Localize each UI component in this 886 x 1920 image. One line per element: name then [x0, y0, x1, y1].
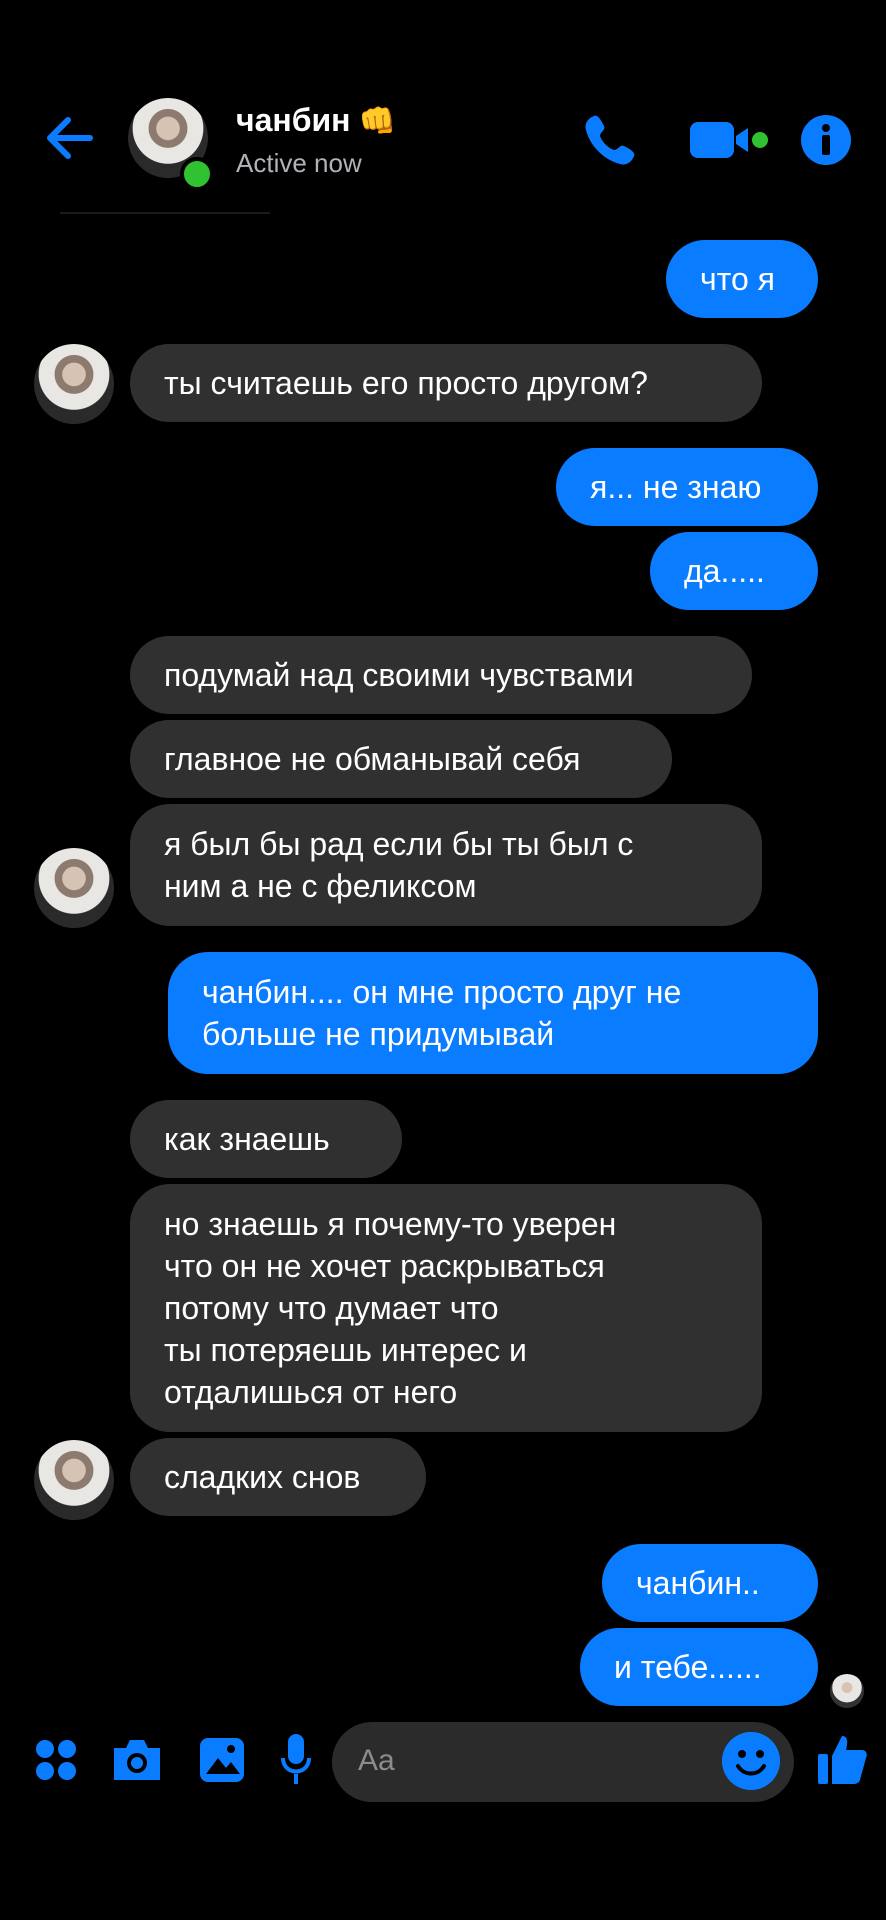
- message-text: но знаешь я почему-то уверен что он не х…: [164, 1206, 617, 1410]
- message-incoming[interactable]: но знаешь я почему-то уверен что он не х…: [130, 1184, 762, 1432]
- contact-name-text: чанбин: [236, 102, 351, 138]
- seen-receipt-avatar: [830, 1674, 864, 1708]
- message-input[interactable]: Aa: [332, 1722, 794, 1802]
- active-status: Active now: [236, 148, 362, 178]
- phone-call-icon[interactable]: [580, 110, 640, 170]
- message-outgoing[interactable]: и тебе......: [580, 1628, 818, 1706]
- contact-avatar-small[interactable]: [34, 848, 114, 928]
- apps-menu-icon[interactable]: [34, 1738, 78, 1782]
- message-text: я... не знаю: [590, 469, 762, 505]
- message-incoming[interactable]: главное не обманывай себя: [130, 720, 672, 798]
- message-composer: Aa: [0, 1710, 886, 1810]
- message-incoming[interactable]: сладких снов: [130, 1438, 426, 1516]
- message-text: да.....: [684, 553, 765, 589]
- message-incoming[interactable]: я был бы рад если бы ты был с ним а не с…: [130, 804, 762, 926]
- message-outgoing[interactable]: чанбин..: [602, 1544, 818, 1622]
- video-call-icon[interactable]: [688, 118, 768, 162]
- message-text: что я: [700, 261, 775, 297]
- message-outgoing[interactable]: да.....: [650, 532, 818, 610]
- contact-avatar-small[interactable]: [34, 344, 114, 424]
- photo-gallery-icon[interactable]: [198, 1736, 246, 1784]
- back-arrow-icon[interactable]: [40, 108, 100, 168]
- microphone-icon[interactable]: [280, 1732, 312, 1788]
- scroll-divider: [60, 212, 270, 214]
- info-icon[interactable]: [800, 114, 852, 166]
- contact-name[interactable]: чанбин 👊: [236, 102, 396, 139]
- emoji-icon[interactable]: [722, 1732, 780, 1790]
- message-input-placeholder: Aa: [358, 1744, 395, 1777]
- message-text: главное не обманывай себя: [164, 741, 581, 777]
- thumbs-up-icon[interactable]: [816, 1732, 868, 1786]
- fist-emoji-icon: 👊: [358, 105, 396, 138]
- message-outgoing[interactable]: я... не знаю: [556, 448, 818, 526]
- message-text: подумай над своими чувствами: [164, 657, 634, 693]
- message-incoming[interactable]: как знаешь: [130, 1100, 402, 1178]
- message-text: чанбин..: [636, 1565, 760, 1601]
- online-indicator: [180, 157, 214, 191]
- conversation-header: чанбин 👊 Active now: [0, 0, 886, 210]
- message-incoming[interactable]: ты считаешь его просто другом?: [130, 344, 762, 422]
- message-incoming[interactable]: подумай над своими чувствами: [130, 636, 752, 714]
- message-text: как знаешь: [164, 1121, 330, 1157]
- message-text: ты считаешь его просто другом?: [164, 365, 648, 401]
- message-text: чанбин.... он мне просто друг не больше …: [202, 974, 682, 1052]
- message-text: я был бы рад если бы ты был с ним а не с…: [164, 826, 634, 904]
- message-outgoing[interactable]: что я: [666, 240, 818, 318]
- message-text: и тебе......: [614, 1649, 762, 1685]
- contact-avatar-small[interactable]: [34, 1440, 114, 1520]
- message-text: сладких снов: [164, 1459, 361, 1495]
- message-outgoing[interactable]: чанбин.... он мне просто друг не больше …: [168, 952, 818, 1074]
- camera-icon[interactable]: [110, 1736, 164, 1784]
